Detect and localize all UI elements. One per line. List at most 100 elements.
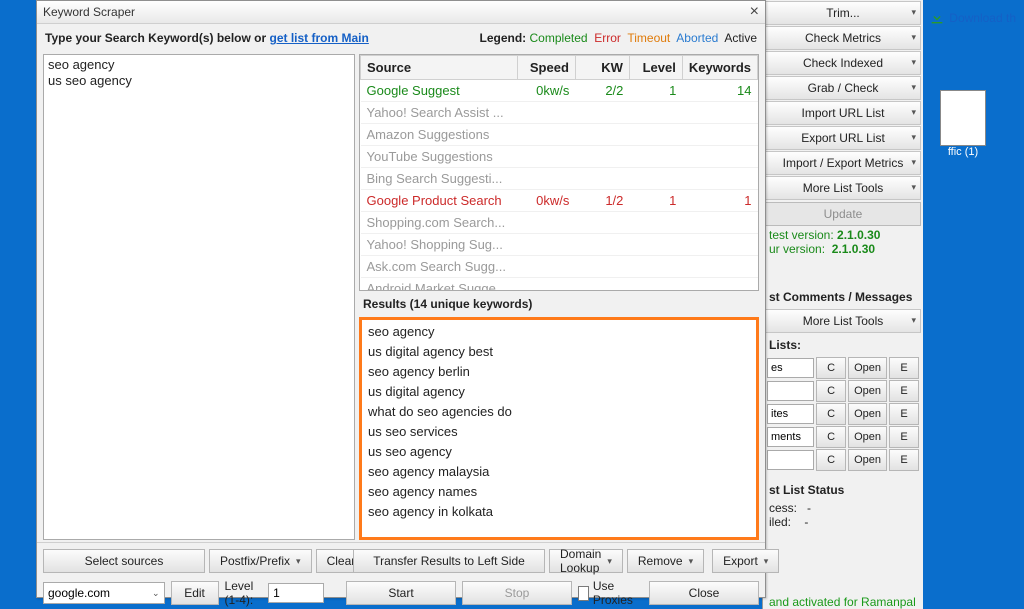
download-link[interactable]: Download th — [929, 10, 1016, 26]
remove-button[interactable]: Remove — [627, 549, 704, 573]
list-e-button[interactable]: E — [889, 449, 919, 471]
trim-button[interactable]: Trim...▾ — [765, 1, 921, 25]
keyword-line: us seo agency — [48, 73, 350, 89]
source-row[interactable]: Yahoo! Search Assist ... — [361, 102, 758, 124]
more-list-tools-2-button[interactable]: More List Tools▾ — [765, 309, 921, 333]
domain-lookup-button[interactable]: Domain Lookup — [549, 549, 623, 573]
source-row[interactable]: Ask.com Search Sugg... — [361, 256, 758, 278]
legend: Legend: Completed Error Timeout Aborted … — [480, 31, 758, 45]
list-row: C Open E — [767, 449, 919, 471]
result-item[interactable]: seo agency berlin — [368, 362, 750, 382]
source-row[interactable]: YouTube Suggestions — [361, 146, 758, 168]
list-row: C Open E — [767, 426, 919, 448]
result-item[interactable]: us digital agency best — [368, 342, 750, 362]
list-row: C Open E — [767, 403, 919, 425]
prompt-text: Type your Search Keyword(s) below or get… — [45, 31, 369, 45]
level-input[interactable] — [268, 583, 324, 603]
close-button[interactable]: Close — [649, 581, 759, 605]
start-button[interactable]: Start — [346, 581, 456, 605]
source-row[interactable]: Android Market Sugge... — [361, 278, 758, 292]
chevron-down-icon: ▾ — [911, 82, 916, 93]
chevron-down-icon: ▾ — [911, 57, 916, 68]
list-c-button[interactable]: C — [816, 426, 846, 448]
source-row[interactable]: Yahoo! Shopping Sug... — [361, 234, 758, 256]
download-link-text: Download th — [949, 11, 1016, 25]
chevron-down-icon: ▾ — [911, 132, 916, 143]
get-list-link[interactable]: get list from Main — [270, 31, 369, 45]
list-e-button[interactable]: E — [889, 403, 919, 425]
result-item[interactable]: seo agency — [368, 322, 750, 342]
keywords-input[interactable]: seo agencyus seo agency — [43, 54, 355, 540]
list-open-button[interactable]: Open — [848, 426, 887, 448]
source-row[interactable]: Shopping.com Search... — [361, 212, 758, 234]
more-list-tools-button[interactable]: More List Tools▾ — [765, 176, 921, 200]
update-button[interactable]: Update — [765, 202, 921, 226]
close-icon[interactable]: × — [750, 3, 759, 21]
col-level[interactable]: Level — [629, 56, 682, 80]
lists-label: Lists: — [763, 334, 923, 356]
use-proxies-checkbox[interactable]: Use Proxies — [578, 579, 637, 607]
export-button[interactable]: Export — [712, 549, 779, 573]
list-open-button[interactable]: Open — [848, 380, 887, 402]
check-metrics-button[interactable]: Check Metrics▾ — [765, 26, 921, 50]
checkbox-icon — [578, 586, 589, 601]
sources-table-scroll[interactable]: Source Speed KW Level Keywords Google Su… — [359, 54, 759, 291]
postfix-prefix-button[interactable]: Postfix/Prefix — [209, 549, 312, 573]
desktop-file-label: ffic (1) — [940, 146, 986, 158]
engine-combo[interactable]: ⌄ — [43, 582, 165, 604]
results-list[interactable]: seo agencyus digital agency bestseo agen… — [359, 317, 759, 540]
grab-check-button[interactable]: Grab / Check▾ — [765, 76, 921, 100]
titlebar[interactable]: Keyword Scraper × — [37, 1, 765, 24]
desktop-file[interactable]: ffic (1) — [940, 90, 986, 158]
engine-input[interactable] — [44, 586, 148, 600]
result-item[interactable]: us digital agency — [368, 382, 750, 402]
result-item[interactable]: us seo agency — [368, 442, 750, 462]
status-failed: iled: - — [763, 515, 923, 529]
list-input[interactable] — [767, 450, 814, 470]
stop-button[interactable]: Stop — [462, 581, 572, 605]
result-item[interactable]: seo agency in kolkata — [368, 502, 750, 522]
chevron-down-icon: ▾ — [911, 107, 916, 118]
check-indexed-button[interactable]: Check Indexed▾ — [765, 51, 921, 75]
chevron-down-icon: ▾ — [911, 32, 916, 43]
results-header: Results (14 unique keywords) — [359, 291, 759, 317]
chevron-down-icon: ▾ — [911, 157, 916, 168]
list-c-button[interactable]: C — [816, 449, 846, 471]
list-input[interactable] — [767, 427, 814, 447]
list-input[interactable] — [767, 404, 814, 424]
transfer-button[interactable]: Transfer Results to Left Side — [353, 549, 545, 573]
result-item[interactable]: seo agency malaysia — [368, 462, 750, 482]
list-open-button[interactable]: Open — [848, 403, 887, 425]
result-item[interactable]: us seo services — [368, 422, 750, 442]
list-e-button[interactable]: E — [889, 357, 919, 379]
source-row[interactable]: Google Product Search0kw/s1/211 — [361, 190, 758, 212]
list-e-button[interactable]: E — [889, 380, 919, 402]
list-e-button[interactable]: E — [889, 426, 919, 448]
edit-button[interactable]: Edit — [171, 581, 219, 605]
source-row[interactable]: Google Suggest0kw/s2/2114 — [361, 80, 758, 102]
list-open-button[interactable]: Open — [848, 449, 887, 471]
col-keywords[interactable]: Keywords — [682, 56, 757, 80]
use-proxies-label: Use Proxies — [593, 579, 637, 607]
select-sources-button[interactable]: Select sources — [43, 549, 205, 573]
col-speed[interactable]: Speed — [517, 56, 575, 80]
source-row[interactable]: Bing Search Suggesti... — [361, 168, 758, 190]
list-open-button[interactable]: Open — [848, 357, 887, 379]
list-c-button[interactable]: C — [816, 380, 846, 402]
col-kw[interactable]: KW — [575, 56, 629, 80]
col-source[interactable]: Source — [361, 56, 518, 80]
side-panel: Trim...▾ Check Metrics▾ Check Indexed▾ G… — [762, 0, 923, 609]
import-url-button[interactable]: Import URL List▾ — [765, 101, 921, 125]
list-input[interactable] — [767, 381, 814, 401]
chevron-down-icon: ▾ — [911, 7, 916, 18]
list-c-button[interactable]: C — [816, 403, 846, 425]
import-export-metrics-button[interactable]: Import / Export Metrics▾ — [765, 151, 921, 175]
list-c-button[interactable]: C — [816, 357, 846, 379]
list-input[interactable] — [767, 358, 814, 378]
source-row[interactable]: Amazon Suggestions — [361, 124, 758, 146]
file-icon — [940, 90, 986, 146]
list-status-header: st List Status — [763, 479, 923, 501]
result-item[interactable]: seo agency names — [368, 482, 750, 502]
export-url-button[interactable]: Export URL List▾ — [765, 126, 921, 150]
result-item[interactable]: what do seo agencies do — [368, 402, 750, 422]
